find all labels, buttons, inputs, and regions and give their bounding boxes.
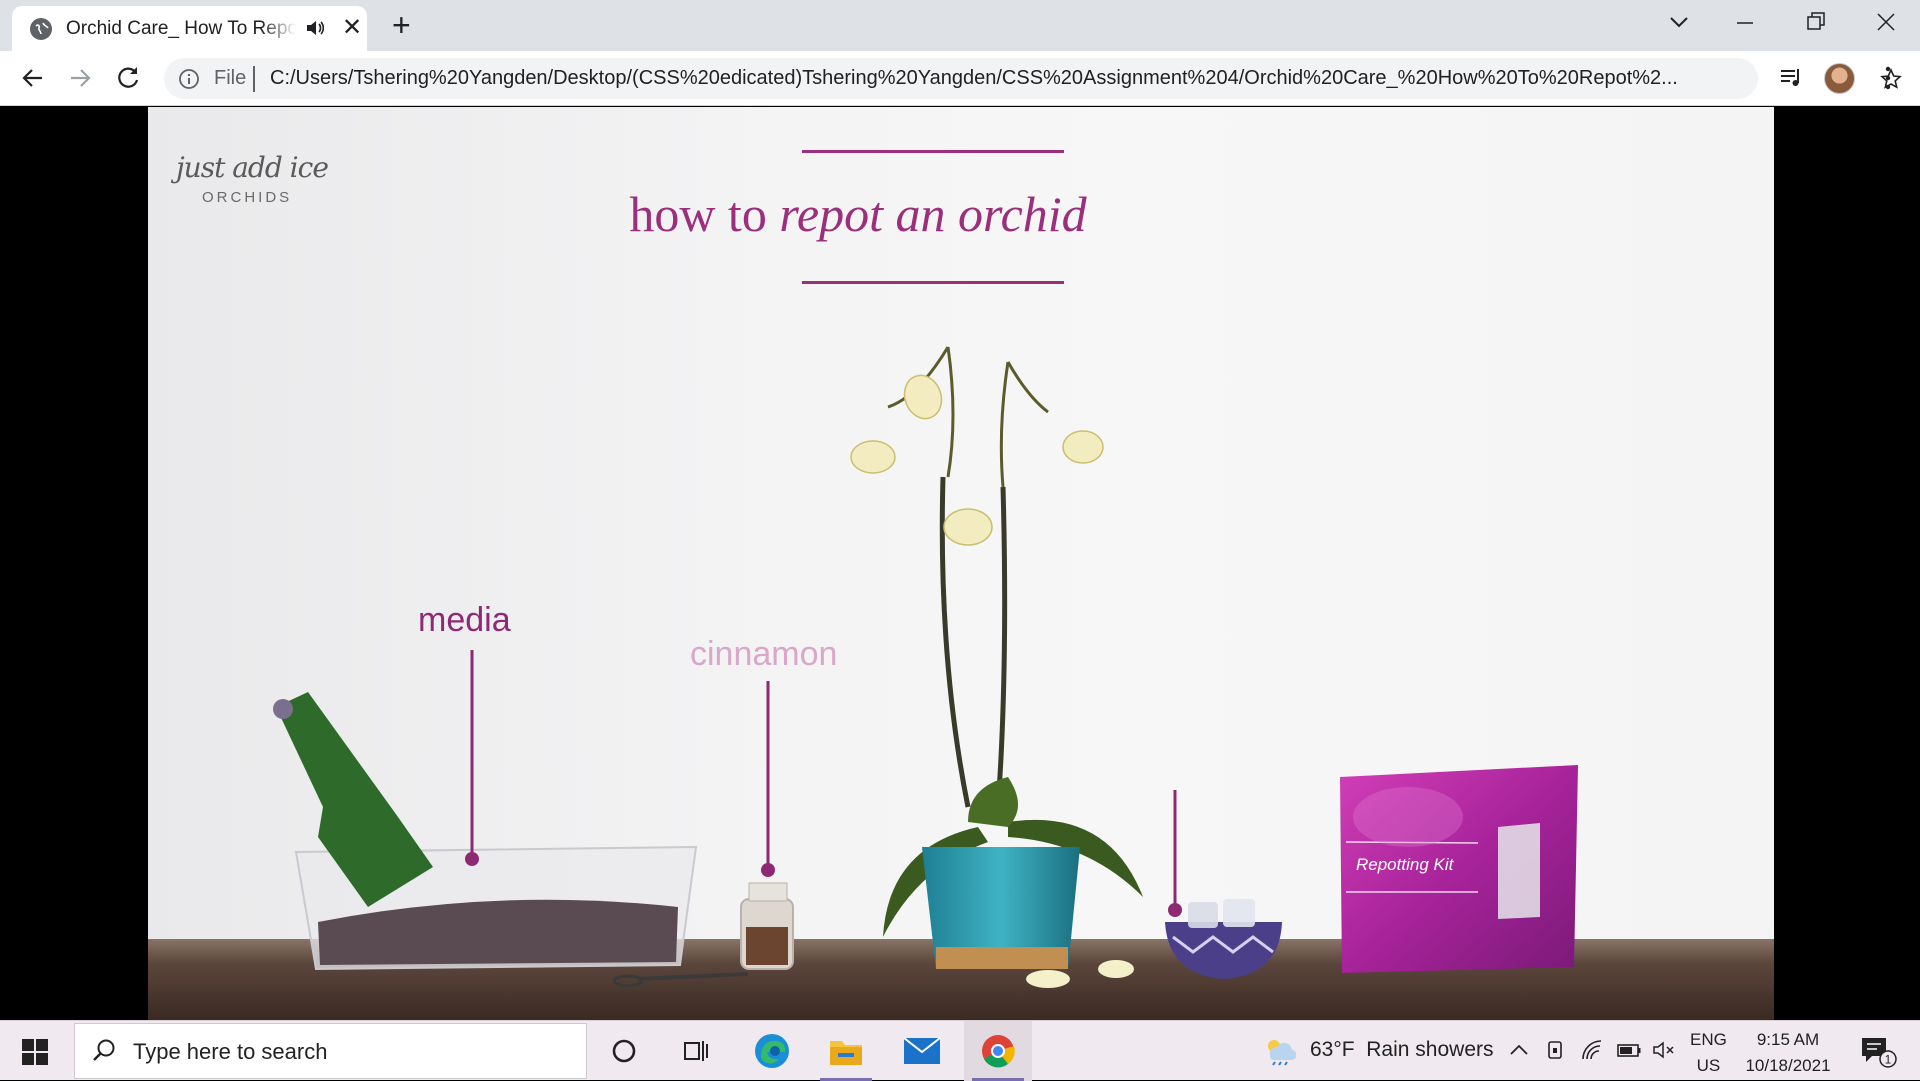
language-indicator[interactable]: ENG US (1690, 1027, 1727, 1079)
brand-logo: just add ice ORCHIDS (176, 135, 336, 215)
title-rule-bottom (802, 281, 1064, 284)
scoop-end (273, 699, 293, 719)
speaker-icon[interactable] (305, 19, 325, 42)
notification-icon[interactable]: 1 (1858, 1035, 1898, 1074)
address-bar[interactable]: File C:/Users/Tshering%20Yangden/Desktop… (164, 58, 1902, 99)
forward-arrow-icon[interactable] (67, 64, 93, 97)
browser-tab[interactable]: Orchid Care_ How To Repot an Orchid ✕ (12, 6, 367, 51)
close-tab-icon[interactable]: ✕ (342, 16, 362, 40)
weather-temp: 63°F (1310, 1038, 1355, 1061)
tab-strip: Orchid Care_ How To Repot an Orchid ✕ + (0, 0, 1920, 51)
jar-lid (748, 882, 788, 902)
profile-avatar[interactable] (1824, 63, 1855, 94)
search-icon (91, 1038, 117, 1069)
title-part-1: how to (629, 186, 780, 242)
page-viewport: just add ice ORCHIDS how to repot an orc… (0, 107, 1920, 1020)
taskbar-search-box[interactable]: Type here to search (74, 1023, 587, 1079)
ice-pointer-dot (1168, 903, 1182, 917)
close-window-icon[interactable] (1875, 8, 1897, 43)
chevron-up-icon[interactable] (1508, 1039, 1530, 1066)
cinnamon-powder (746, 927, 788, 965)
back-arrow-icon[interactable] (20, 64, 46, 97)
mail-icon[interactable] (888, 1021, 956, 1081)
menu-kebab-icon[interactable] (1884, 64, 1892, 97)
media-control-icon[interactable] (1778, 65, 1804, 96)
new-tab-button[interactable]: + (392, 8, 411, 42)
media-pointer-dot (465, 852, 479, 866)
windows-taskbar: Type here to search 63°F Rain showers EN… (0, 1020, 1920, 1081)
search-placeholder: Type here to search (133, 1039, 328, 1064)
title-part-2: repot an orchid (779, 186, 1087, 242)
battery-icon[interactable] (1616, 1039, 1642, 1066)
cortana-icon[interactable] (590, 1021, 658, 1081)
restore-icon[interactable] (1806, 8, 1826, 43)
clock-time: 9:15 AM (1756, 1030, 1820, 1049)
windows-start-icon[interactable] (22, 1039, 48, 1070)
weather-text[interactable]: 63°F Rain showers (1310, 1038, 1494, 1062)
repotting-kit-label: Repotting Kit (1356, 855, 1454, 874)
tab-search-chevron-icon[interactable] (1668, 8, 1690, 41)
weather-condition: Rain showers (1366, 1038, 1494, 1061)
language-line-2: US (1696, 1056, 1721, 1075)
chrome-icon[interactable] (964, 1021, 1032, 1081)
task-view-icon[interactable] (662, 1021, 730, 1081)
weather-rain-icon[interactable] (1262, 1036, 1297, 1071)
browser-toolbar: File C:/Users/Tshering%20Yangden/Desktop… (0, 51, 1920, 106)
divider (253, 66, 255, 92)
video-frame[interactable]: just add ice ORCHIDS how to repot an orc… (148, 107, 1774, 1020)
scheme-label: File (214, 67, 247, 89)
file-explorer-icon[interactable] (812, 1021, 880, 1081)
clock-date: 10/18/2021 (1745, 1056, 1831, 1075)
cinnamon-pointer-dot (761, 863, 775, 877)
orchid-scene-illustration (148, 346, 1774, 1020)
url-text[interactable]: C:/Users/Tshering%20Yangden/Desktop/(CSS… (270, 67, 1755, 90)
edge-icon[interactable] (738, 1021, 806, 1081)
media-label: media (418, 601, 511, 639)
notification-count: 1 (1885, 1053, 1892, 1067)
cinnamon-label: cinnamon (690, 635, 838, 673)
clock[interactable]: 9:15 AM 10/18/2021 (1740, 1027, 1836, 1079)
minimize-icon[interactable] (1735, 8, 1755, 43)
brand-script: just add ice (176, 151, 329, 184)
wifi-icon[interactable] (1580, 1039, 1604, 1066)
reload-icon[interactable] (115, 64, 141, 97)
volume-muted-icon[interactable] (1652, 1039, 1676, 1066)
orchid-flowers (850, 374, 1104, 546)
language-line-1: ENG (1690, 1030, 1727, 1049)
tab-title: Orchid Care_ How To Repot an Orchid (66, 17, 296, 39)
video-title: how to repot an orchid (558, 185, 1158, 243)
meet-now-icon[interactable] (1545, 1039, 1567, 1066)
title-rule-top (802, 150, 1064, 153)
brand-subtitle: ORCHIDS (202, 189, 293, 206)
globe-icon (30, 17, 52, 40)
info-icon[interactable] (178, 68, 200, 95)
